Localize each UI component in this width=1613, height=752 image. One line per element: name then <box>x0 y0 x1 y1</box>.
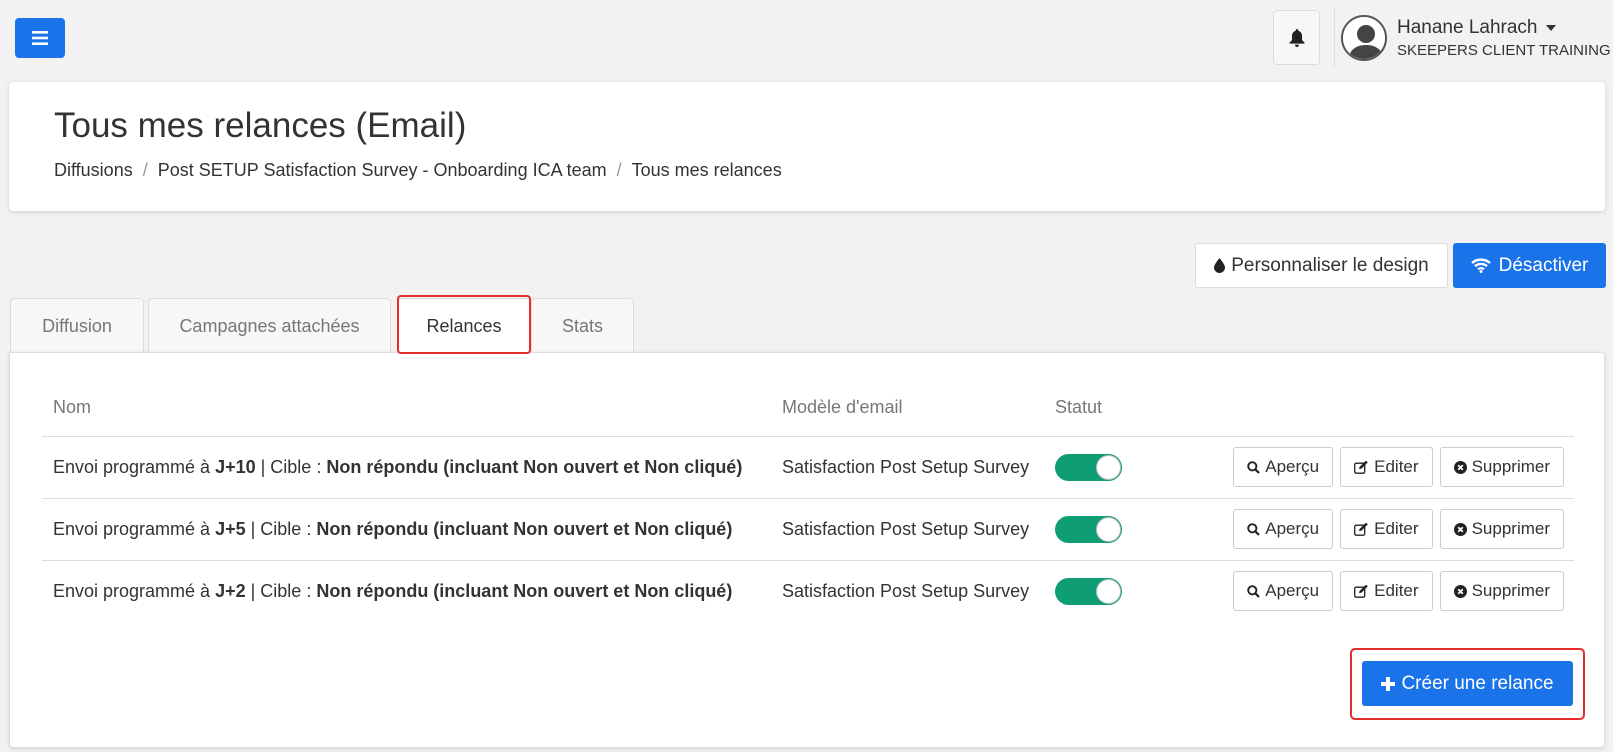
preview-button[interactable]: Aperçu <box>1233 571 1334 612</box>
search-icon <box>1247 460 1261 474</box>
relance-target-label: | Cible : <box>245 518 317 539</box>
edit-icon <box>1354 522 1368 536</box>
relance-day: J+2 <box>215 580 246 601</box>
breadcrumb-separator: / <box>616 160 622 180</box>
relance-target-label: | Cible : <box>255 456 327 477</box>
status-toggle[interactable] <box>1055 453 1122 481</box>
delete-label: Supprimer <box>1471 519 1550 538</box>
breadcrumb: Diffusions / Post SETUP Satisfaction Sur… <box>54 160 782 181</box>
preview-button[interactable]: Aperçu <box>1233 509 1334 549</box>
column-header-model: Modèle d'email <box>782 395 1055 437</box>
tab-stats[interactable]: Stats <box>531 298 634 353</box>
edit-label: Editer <box>1374 581 1419 601</box>
deactivate-label: Désactiver <box>1498 254 1589 276</box>
plus-icon <box>1381 676 1396 691</box>
tint-icon <box>1214 258 1226 273</box>
edit-button[interactable]: Editer <box>1340 447 1433 487</box>
menu-toggle-button[interactable] <box>15 18 65 58</box>
relance-prefix: Envoi programmé à <box>53 580 216 601</box>
table-row: Envoi programmé à J+5 | Cible : Non répo… <box>42 498 1574 561</box>
avatar <box>1341 15 1387 61</box>
create-relance-label: Créer une relance <box>1401 672 1554 694</box>
tab-diffusion[interactable]: Diffusion <box>10 298 144 353</box>
table-row: Envoi programmé à J+2 | Cible : Non répo… <box>42 560 1574 622</box>
deactivate-button[interactable]: Désactiver <box>1453 243 1606 288</box>
delete-label: Supprimer <box>1471 457 1550 476</box>
user-menu[interactable]: Hanane Lahrach SKEEPERS CLIENT TRAINING <box>1334 8 1611 68</box>
status-toggle[interactable] <box>1055 577 1122 605</box>
preview-label: Aperçu <box>1265 457 1320 476</box>
page-title: Tous mes relances (Email) <box>54 106 467 145</box>
email-model: Satisfaction Post Setup Survey <box>782 436 1055 499</box>
breadcrumb-separator: / <box>142 160 148 180</box>
email-model: Satisfaction Post Setup Survey <box>782 580 1030 601</box>
user-organization: SKEEPERS CLIENT TRAINING <box>1397 42 1611 59</box>
relance-name: Envoi programmé à J+10 | Cible : Non rép… <box>42 436 782 499</box>
breadcrumb-current: Tous mes relances <box>631 160 782 180</box>
caret-down-icon <box>1545 25 1556 31</box>
column-header-name: Nom <box>42 395 782 437</box>
column-header-actions <box>1215 395 1574 437</box>
preview-button[interactable]: Aperçu <box>1233 447 1334 487</box>
relance-name: Envoi programmé à J+5 | Cible : Non répo… <box>42 498 782 561</box>
user-name: Hanane Lahrach <box>1397 17 1538 38</box>
relance-target: Non répondu (incluant Non ouvert et Non … <box>326 456 743 477</box>
wifi-icon <box>1470 258 1491 273</box>
bell-icon <box>1289 28 1304 47</box>
edit-icon <box>1354 460 1368 474</box>
relance-day: J+10 <box>215 456 256 477</box>
relance-target-label: | Cible : <box>245 580 317 601</box>
toggle-knob <box>1096 454 1121 480</box>
breadcrumb-survey[interactable]: Post SETUP Satisfaction Survey - Onboard… <box>158 160 607 181</box>
times-circle-icon <box>1453 460 1467 474</box>
breadcrumb-diffusions[interactable]: Diffusions <box>54 160 133 181</box>
column-header-status: Statut <box>1055 395 1215 437</box>
relance-day: J+5 <box>215 518 246 539</box>
edit-button[interactable]: Editer <box>1340 571 1433 612</box>
table-row: Envoi programmé à J+10 | Cible : Non rép… <box>42 436 1574 499</box>
delete-button[interactable]: Supprimer <box>1439 571 1564 612</box>
customize-design-button[interactable]: Personnaliser le design <box>1195 243 1448 288</box>
delete-button[interactable]: Supprimer <box>1439 509 1564 549</box>
tab-label: Campagnes attachées <box>179 315 360 336</box>
notifications-button[interactable] <box>1273 10 1320 65</box>
status-toggle[interactable] <box>1055 515 1122 543</box>
preview-label: Aperçu <box>1265 519 1320 538</box>
email-model: Satisfaction Post Setup Survey <box>782 498 1055 561</box>
customize-design-label: Personnaliser le design <box>1231 254 1429 276</box>
delete-button[interactable]: Supprimer <box>1439 447 1564 487</box>
tab-attached-campaigns[interactable]: Campagnes attachées <box>148 298 391 353</box>
relances-table: Nom Modèle d'email Statut Envoi programm… <box>42 395 1574 622</box>
times-circle-icon <box>1453 584 1467 598</box>
search-icon <box>1247 585 1261 598</box>
edit-label: Editer <box>1374 519 1419 538</box>
toggle-knob <box>1096 578 1121 604</box>
create-relance-button[interactable]: Créer une relance <box>1362 661 1573 706</box>
tab-label: Relances <box>426 316 502 336</box>
relance-prefix: Envoi programmé à <box>53 518 216 539</box>
page-header: Tous mes relances (Email) Diffusions / P… <box>9 82 1605 211</box>
toggle-knob <box>1096 516 1121 542</box>
relance-target: Non répondu (incluant Non ouvert et Non … <box>316 580 733 601</box>
edit-label: Editer <box>1374 457 1419 476</box>
tab-relances[interactable]: Relances <box>397 298 531 354</box>
times-circle-icon <box>1453 522 1467 536</box>
hamburger-icon <box>32 31 48 45</box>
preview-label: Aperçu <box>1265 581 1320 601</box>
edit-button[interactable]: Editer <box>1340 509 1433 549</box>
relance-prefix: Envoi programmé à <box>53 456 216 477</box>
search-icon <box>1247 522 1261 536</box>
relance-name: Envoi programmé à J+2 | Cible : Non répo… <box>42 560 782 622</box>
tab-label: Stats <box>561 315 604 336</box>
edit-icon <box>1354 584 1368 598</box>
relance-target: Non répondu (incluant Non ouvert et Non … <box>316 518 733 539</box>
tab-label: Diffusion <box>42 315 112 336</box>
delete-label: Supprimer <box>1471 581 1550 601</box>
